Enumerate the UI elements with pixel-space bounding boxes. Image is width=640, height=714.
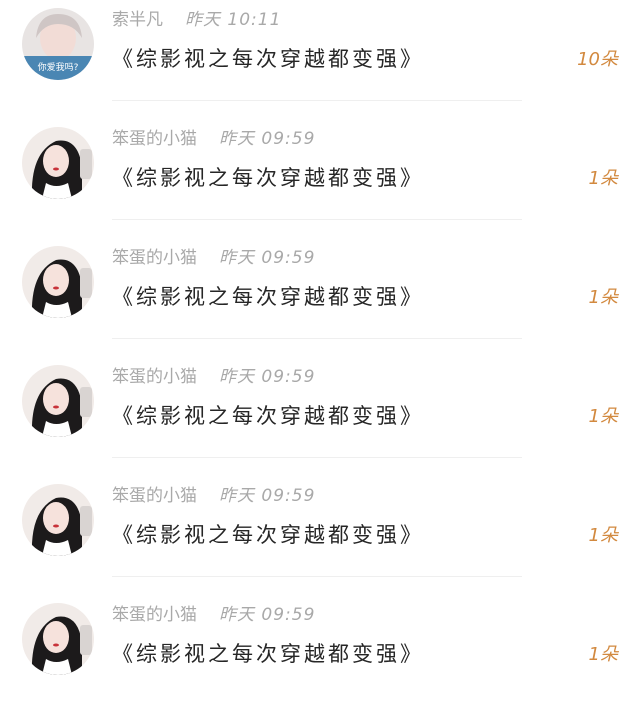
- avatar-dark-hair-girl-icon: [22, 246, 94, 318]
- flower-count: 1朵: [588, 168, 618, 189]
- comment-list: 你爱我吗? 索半凡 昨天 10:11 《综影视之每次穿越都变强》 10朵 笨蛋的小…: [0, 0, 640, 694]
- divider: [112, 457, 522, 458]
- avatar[interactable]: [22, 246, 94, 318]
- list-item[interactable]: 笨蛋的小猫 昨天 09:59 《综影视之每次穿越都变强》 1朵: [0, 476, 640, 595]
- book-title[interactable]: 《综影视之每次穿越都变强》: [112, 284, 424, 310]
- comment-meta: 笨蛋的小猫 昨天 09:59: [112, 605, 315, 625]
- timestamp: 昨天 10:11: [185, 10, 282, 30]
- avatar[interactable]: 你爱我吗?: [22, 8, 94, 80]
- book-title[interactable]: 《综影视之每次穿越都变强》: [112, 403, 424, 429]
- book-title[interactable]: 《综影视之每次穿越都变强》: [112, 46, 424, 72]
- list-item[interactable]: 你爱我吗? 索半凡 昨天 10:11 《综影视之每次穿越都变强》 10朵: [0, 0, 640, 119]
- avatar-dark-hair-girl-icon: [22, 484, 94, 556]
- avatar[interactable]: [22, 603, 94, 675]
- timestamp: 昨天 09:59: [219, 129, 316, 149]
- comment-meta: 笨蛋的小猫 昨天 09:59: [112, 129, 315, 149]
- username[interactable]: 笨蛋的小猫: [112, 605, 197, 625]
- username[interactable]: 笨蛋的小猫: [112, 248, 197, 268]
- flower-count: 1朵: [588, 287, 618, 308]
- avatar-snow-girl-icon: 你爱我吗?: [22, 8, 94, 80]
- book-title[interactable]: 《综影视之每次穿越都变强》: [112, 641, 424, 667]
- timestamp: 昨天 09:59: [219, 367, 316, 387]
- flower-count: 1朵: [588, 644, 618, 665]
- comment-meta: 笨蛋的小猫 昨天 09:59: [112, 486, 315, 506]
- book-title[interactable]: 《综影视之每次穿越都变强》: [112, 165, 424, 191]
- username[interactable]: 笨蛋的小猫: [112, 486, 197, 506]
- avatar-dark-hair-girl-icon: [22, 603, 94, 675]
- list-item[interactable]: 笨蛋的小猫 昨天 09:59 《综影视之每次穿越都变强》 1朵: [0, 595, 640, 714]
- flower-count: 1朵: [588, 525, 618, 546]
- timestamp: 昨天 09:59: [219, 248, 316, 268]
- comment-meta: 索半凡 昨天 10:11: [112, 10, 281, 30]
- comment-meta: 笨蛋的小猫 昨天 09:59: [112, 248, 315, 268]
- avatar[interactable]: [22, 365, 94, 437]
- flower-count: 1朵: [588, 406, 618, 427]
- timestamp: 昨天 09:59: [219, 605, 316, 625]
- avatar[interactable]: [22, 127, 94, 199]
- list-item[interactable]: 笨蛋的小猫 昨天 09:59 《综影视之每次穿越都变强》 1朵: [0, 119, 640, 238]
- avatar-caption: 你爱我吗?: [38, 61, 79, 73]
- divider: [112, 576, 522, 577]
- list-item[interactable]: 笨蛋的小猫 昨天 09:59 《综影视之每次穿越都变强》 1朵: [0, 238, 640, 357]
- divider: [112, 219, 522, 220]
- divider: [112, 100, 522, 101]
- timestamp: 昨天 09:59: [219, 486, 316, 506]
- divider: [112, 338, 522, 339]
- list-item[interactable]: 笨蛋的小猫 昨天 09:59 《综影视之每次穿越都变强》 1朵: [0, 357, 640, 476]
- username[interactable]: 笨蛋的小猫: [112, 367, 197, 387]
- username[interactable]: 索半凡: [112, 10, 163, 30]
- flower-count: 10朵: [577, 49, 618, 70]
- username[interactable]: 笨蛋的小猫: [112, 129, 197, 149]
- comment-meta: 笨蛋的小猫 昨天 09:59: [112, 367, 315, 387]
- book-title[interactable]: 《综影视之每次穿越都变强》: [112, 522, 424, 548]
- avatar-dark-hair-girl-icon: [22, 365, 94, 437]
- avatar-dark-hair-girl-icon: [22, 127, 94, 199]
- avatar[interactable]: [22, 484, 94, 556]
